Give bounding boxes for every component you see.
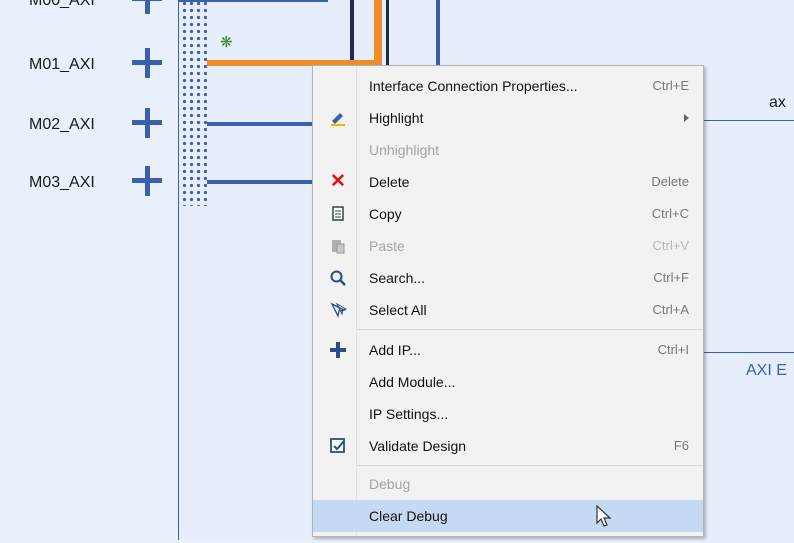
- port-label-m03: M03_AXI: [29, 174, 95, 191]
- expand-plus-icon[interactable]: [132, 166, 162, 196]
- menu-item-shortcut: Ctrl+E: [652, 78, 689, 93]
- wire-blue-vertical[interactable]: [436, 0, 440, 66]
- menu-item-label: Debug: [369, 476, 411, 492]
- menu-item-clear-debug[interactable]: Clear Debug: [313, 500, 703, 532]
- menu-separator: [357, 465, 703, 466]
- menu-item-label: Highlight: [369, 110, 424, 126]
- menu-item-delete[interactable]: ✕ Delete Delete: [313, 166, 703, 198]
- menu-item-add-module[interactable]: Add Module...: [313, 366, 703, 398]
- search-icon: [329, 269, 347, 287]
- expand-plus-icon[interactable]: [132, 0, 162, 14]
- menu-item-select-all[interactable]: Select All Ctrl+A: [313, 294, 703, 326]
- interface-port-dots: [181, 0, 207, 206]
- menu-item-label: Delete: [369, 174, 410, 190]
- port-label-m01: M01_AXI: [29, 56, 95, 73]
- menu-item-copy[interactable]: Copy Ctrl+C: [313, 198, 703, 230]
- validate-check-icon: [329, 437, 347, 455]
- debug-bug-icon[interactable]: ❋: [220, 33, 233, 51]
- select-all-icon: [329, 301, 348, 319]
- menu-item-debug[interactable]: Debug: [313, 468, 703, 500]
- menu-item-validate-design[interactable]: Validate Design F6: [313, 430, 703, 462]
- menu-item-ip-settings[interactable]: IP Settings...: [313, 398, 703, 430]
- menu-item-shortcut: Ctrl+F: [653, 270, 689, 285]
- wire-dark-2[interactable]: [386, 0, 389, 66]
- menu-item-label: Interface Connection Properties...: [369, 78, 578, 94]
- right-block-label: ax: [769, 94, 786, 111]
- right-block-upper[interactable]: [700, 120, 794, 361]
- menu-item-label: Add Module...: [369, 374, 456, 390]
- right-block-lower[interactable]: [700, 352, 794, 543]
- menu-item-label: Clear Debug: [369, 508, 448, 524]
- menu-item-shortcut: F6: [673, 438, 689, 453]
- wire-dark[interactable]: [350, 0, 354, 66]
- context-menu: Interface Connection Properties... Ctrl+…: [312, 65, 704, 537]
- wire-orange-vertical[interactable]: [374, 0, 382, 66]
- delete-x-icon: ✕: [330, 171, 346, 192]
- menu-item-label: Add IP...: [369, 342, 421, 358]
- menu-item-label: Search...: [369, 270, 426, 286]
- port-label-m02: M02_AXI: [29, 116, 95, 133]
- plus-icon: [329, 341, 347, 359]
- mouse-pointer-icon: [596, 505, 612, 527]
- menu-item-shortcut: Delete: [651, 174, 689, 189]
- copy-icon: [329, 205, 347, 223]
- menu-item-unhighlight[interactable]: Unhighlight: [313, 134, 703, 166]
- menu-item-label: IP Settings...: [369, 406, 449, 422]
- wire-m02[interactable]: [207, 122, 313, 126]
- menu-item-shortcut: Ctrl+V: [652, 238, 689, 253]
- axi-block-label: AXI E: [746, 362, 787, 379]
- expand-plus-icon[interactable]: [132, 48, 162, 78]
- menu-item-paste[interactable]: Paste Ctrl+V: [313, 230, 703, 262]
- submenu-arrow-icon: [684, 114, 689, 122]
- expand-plus-icon[interactable]: [132, 108, 162, 138]
- port-label-m00: M00_AXI: [29, 0, 95, 9]
- menu-item-label: Validate Design: [369, 438, 467, 454]
- menu-item-label: Select All: [369, 302, 427, 318]
- menu-item-interface-connection-properties[interactable]: Interface Connection Properties... Ctrl+…: [313, 70, 703, 102]
- menu-item-shortcut: Ctrl+A: [652, 302, 689, 317]
- menu-item-label: Copy: [369, 206, 402, 222]
- paste-icon: [329, 237, 347, 255]
- menu-item-shortcut: Ctrl+I: [657, 342, 689, 357]
- menu-item-add-ip[interactable]: Add IP... Ctrl+I: [313, 334, 703, 366]
- wire-m03[interactable]: [207, 180, 313, 184]
- menu-item-label: Paste: [369, 238, 405, 254]
- menu-item-highlight[interactable]: Highlight: [313, 102, 703, 134]
- menu-item-label: Unhighlight: [369, 142, 440, 158]
- menu-item-shortcut: Ctrl+C: [651, 206, 689, 221]
- menu-separator: [357, 329, 703, 330]
- highlight-marker-icon: [329, 109, 347, 127]
- menu-item-search[interactable]: Search... Ctrl+F: [313, 262, 703, 294]
